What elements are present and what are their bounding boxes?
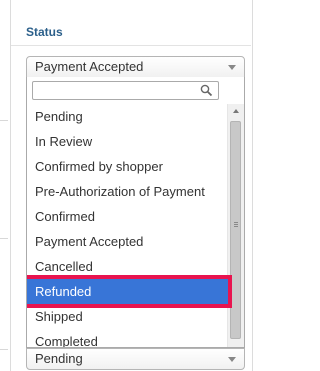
status-select-value: Payment Accepted bbox=[35, 59, 144, 74]
dropdown-option[interactable]: Shipped bbox=[27, 304, 228, 329]
dropdown-option[interactable]: In Review bbox=[27, 129, 228, 154]
dropdown-search-input[interactable] bbox=[32, 81, 219, 100]
grip-line bbox=[234, 226, 238, 227]
dropdown-scrollbar[interactable] bbox=[227, 104, 244, 347]
dropdown-option[interactable]: Completed bbox=[27, 329, 228, 347]
chevron-down-icon[interactable] bbox=[228, 357, 236, 362]
dropdown-option-list: Pending In Review Confirmed by shopper Pre-… bbox=[27, 104, 232, 347]
status-select[interactable]: Payment Accepted bbox=[26, 56, 245, 78]
secondary-status-select[interactable]: Pending bbox=[26, 348, 245, 370]
dropdown-option[interactable]: Pending bbox=[27, 104, 228, 129]
scroll-up-arrow-icon[interactable] bbox=[233, 109, 239, 113]
left-divider bbox=[0, 238, 8, 239]
left-divider bbox=[0, 349, 8, 350]
grip-line bbox=[234, 222, 238, 223]
scrollbar-thumb[interactable] bbox=[230, 121, 241, 339]
dropdown-option[interactable]: Pre-Authorization of Payment bbox=[27, 179, 228, 204]
left-divider bbox=[0, 120, 8, 121]
dropdown-option[interactable]: Refunded bbox=[27, 275, 232, 308]
chevron-down-icon[interactable] bbox=[228, 65, 236, 70]
secondary-select-value: Pending bbox=[35, 351, 83, 366]
dropdown-option[interactable]: Confirmed by shopper bbox=[27, 154, 228, 179]
dropdown-option[interactable]: Cancelled bbox=[27, 254, 228, 279]
grip-line bbox=[234, 224, 238, 225]
dropdown-option[interactable]: Confirmed bbox=[27, 204, 228, 229]
status-heading: Status bbox=[26, 25, 63, 39]
search-icon bbox=[200, 84, 213, 97]
status-dropdown[interactable]: Pending In Review Confirmed by shopper Pre-… bbox=[26, 77, 245, 348]
heading-divider bbox=[11, 45, 251, 46]
dropdown-option[interactable]: Payment Accepted bbox=[27, 229, 228, 254]
